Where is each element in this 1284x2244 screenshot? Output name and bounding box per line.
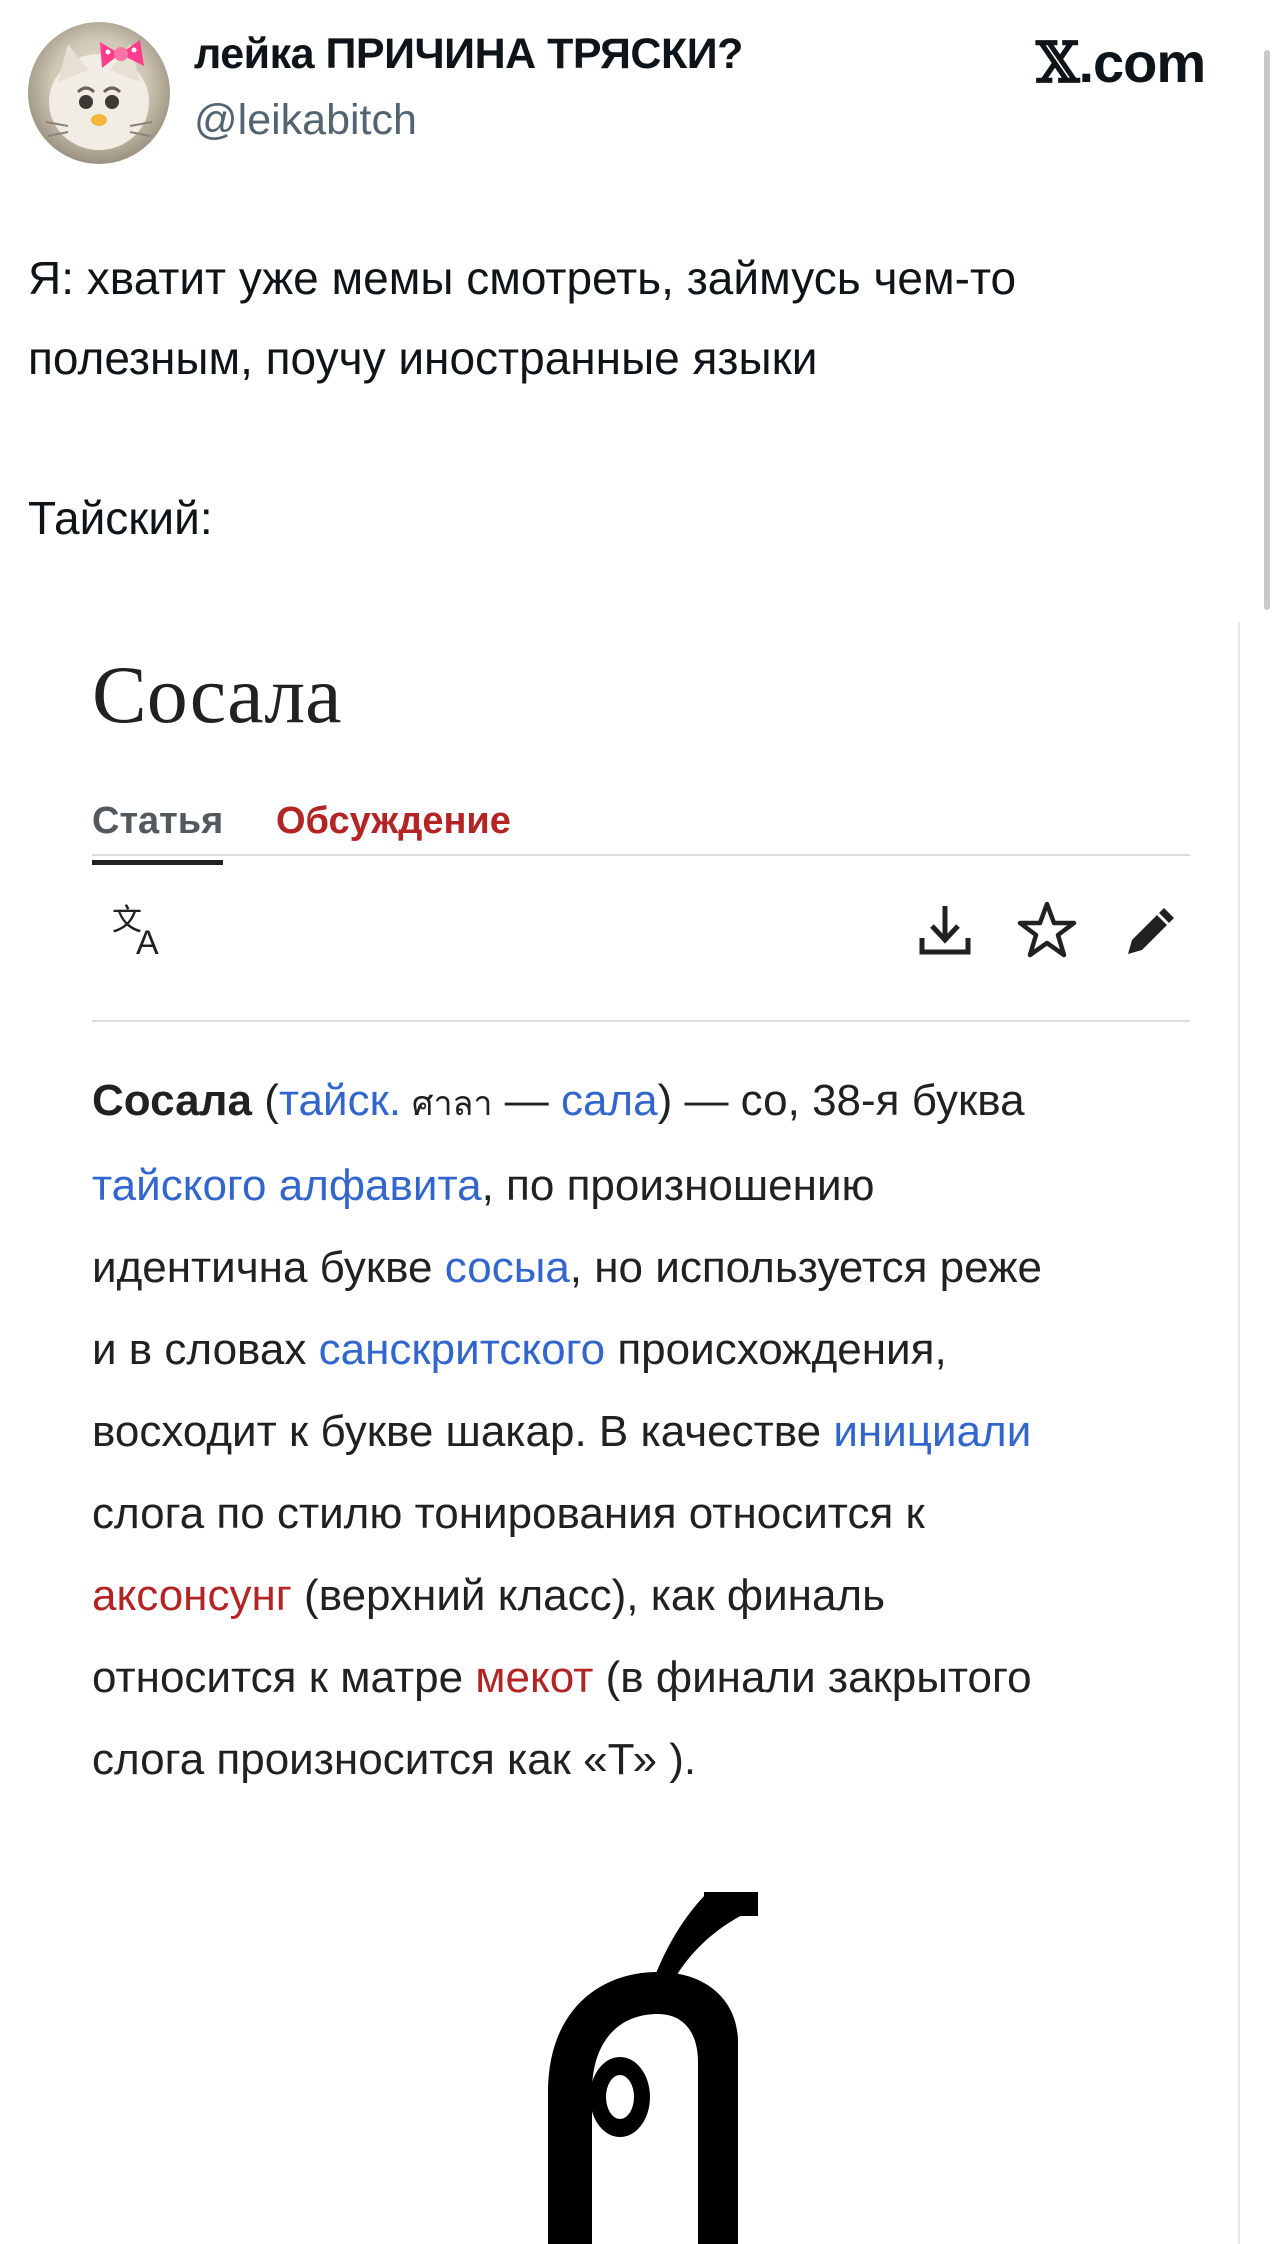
text-fragment: , но используется реже	[569, 1243, 1043, 1292]
download-icon[interactable]	[910, 896, 980, 966]
link-sala[interactable]: сала	[561, 1076, 658, 1125]
wiki-article-text: Сосала (тайск. ศาลา — сала) — со, 38-я б…	[92, 1060, 1202, 1801]
tab-article[interactable]: Статья	[92, 800, 224, 865]
link-mekot[interactable]: мекот	[475, 1653, 593, 1702]
article-line: слога произносится как «Т» ).	[92, 1735, 697, 1784]
x-com-brand: 𝕏.com	[1036, 30, 1206, 96]
article-line: относится к матре мекот (в финали закрыт…	[92, 1637, 1202, 1719]
tweet-paragraph: Тайский:	[28, 492, 213, 544]
svg-text:A: A	[136, 924, 159, 962]
text-fragment: , по произношению	[481, 1161, 875, 1210]
cat-avatar-icon	[45, 40, 153, 150]
text-fragment: (в финали закрытого	[593, 1653, 1032, 1702]
wiki-tabs: Статья Обсуждение	[92, 794, 1190, 865]
embedded-wiki-screenshot[interactable]: Сосала Статья Обсуждение 文 A Сосала (тай…	[0, 622, 1284, 2244]
text-fragment: восходит к букве шакар. В качестве	[92, 1407, 834, 1456]
article-line: восходит к букве шакар. В качестве иници…	[92, 1391, 1202, 1473]
text-fragment: (верхний класс), как финаль	[291, 1571, 886, 1620]
tab-talk[interactable]: Обсуждение	[276, 800, 511, 843]
star-icon[interactable]	[1012, 896, 1082, 966]
article-line: идентична букве сосыа, но используется р…	[92, 1227, 1202, 1309]
link-initial[interactable]: инициали	[833, 1407, 1031, 1456]
text-fragment: идентична букве	[92, 1243, 445, 1292]
wiki-page-title: Сосала	[92, 649, 342, 740]
link-sanskrit[interactable]: санскритского	[319, 1325, 606, 1374]
text-fragment: (	[251, 1076, 279, 1125]
wiki-toolbar: 文 A	[92, 854, 1190, 1022]
article-line: аксонсунг (верхний класс), как финаль	[92, 1555, 1202, 1637]
author-avatar[interactable]	[28, 22, 170, 164]
article-line: и в словах санскритского происхождения,	[92, 1309, 1202, 1391]
x-logo-icon: 𝕏	[1036, 30, 1079, 96]
thai-word: ศาลา	[401, 1084, 493, 1124]
text-fragment: относится к матре	[92, 1653, 476, 1702]
article-line: слога по стилю тонирования относится к	[92, 1489, 925, 1538]
thai-letter-illustration	[508, 1892, 778, 2244]
link-thai-alphabet[interactable]: тайского алфавита	[92, 1161, 482, 1210]
pencil-icon[interactable]	[1116, 896, 1186, 966]
link-aksonsung[interactable]: аксонсунг	[92, 1571, 292, 1620]
text-fragment: и в словах	[92, 1325, 319, 1374]
article-line: тайского алфавита, по произношению	[92, 1145, 1202, 1227]
text-fragment: происхождения,	[605, 1325, 947, 1374]
tweet-text: Я: хватит уже мемы смотреть, займусь чем…	[28, 238, 1248, 558]
scrollbar-thumb[interactable]	[1264, 50, 1270, 610]
tweet-paragraph: Я: хватит уже мемы смотреть, займусь чем…	[28, 252, 1017, 384]
author-name[interactable]: лейка ПРИЧИНА ТРЯСКИ?	[194, 30, 743, 79]
text-fragment: ) — со, 38-я буква	[657, 1076, 1025, 1125]
article-line: Сосала (тайск. ศาลา — сала) — со, 38-я б…	[92, 1060, 1202, 1145]
link-sosya[interactable]: сосыа	[445, 1243, 570, 1292]
link-thai-language[interactable]: тайск.	[279, 1076, 401, 1125]
author-handle[interactable]: @leikabitch	[194, 96, 417, 145]
lead-term: Сосала	[92, 1076, 252, 1125]
thai-letter-so-sala-icon	[548, 1892, 758, 2244]
text-fragment: —	[492, 1076, 561, 1125]
image-edge	[1238, 622, 1240, 2244]
brand-domain: .com	[1078, 31, 1206, 94]
translate-icon[interactable]: 文 A	[106, 896, 176, 966]
